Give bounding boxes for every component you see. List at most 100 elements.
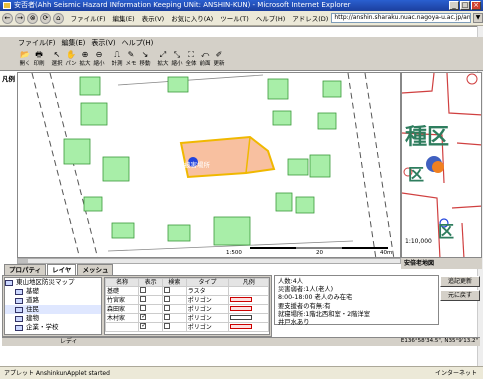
search-checkbox[interactable] [161, 313, 187, 323]
show-checkbox[interactable] [138, 295, 163, 305]
update-button[interactable]: 追記更新 [440, 276, 480, 287]
building [80, 102, 108, 126]
app-menu-edit[interactable]: 編集(E) [62, 38, 86, 48]
edit-icon: ✐ [215, 50, 223, 59]
scrollbar-thumb[interactable] [18, 259, 28, 263]
tree-label: 企業・学校 [26, 323, 59, 331]
stop-icon[interactable]: ⊗ [27, 12, 39, 24]
browser-menu-edit[interactable]: 編集(E) [112, 13, 134, 23]
show-checkbox[interactable] [138, 322, 163, 332]
tree-item-companies-schools[interactable]: 企業・学校 [5, 323, 101, 332]
minimize-button[interactable]: _ [449, 1, 459, 10]
table-row[interactable]: ポリゴン [105, 322, 269, 332]
layer-type: ラスタ [185, 286, 230, 296]
tool-open-button[interactable]: 📂 開く [18, 49, 32, 71]
refresh-icon[interactable]: ⟳ [40, 12, 51, 24]
tree-item-buildings[interactable]: 建物 [5, 314, 101, 323]
info-line: 就寝場所:1階北西和室・2階洋室 [278, 310, 370, 318]
building [295, 196, 315, 214]
damaged-building-polygon [179, 135, 276, 179]
tab-properties[interactable]: プロパティ [4, 264, 47, 275]
app-menu-help[interactable]: ヘルプ(H) [122, 38, 154, 48]
folder-icon [15, 324, 23, 331]
search-checkbox[interactable] [161, 286, 187, 296]
layer-table: 名称 表示 検索 タイプ 凡例 基礎 ラスタ 竹宮家 ポリゴン 森田家 ポリゴン [104, 277, 270, 335]
column-header-search[interactable]: 検索 [161, 278, 187, 287]
scale-bar [250, 247, 388, 249]
column-header-legend[interactable]: 凡例 [228, 278, 269, 287]
app-menu-view[interactable]: 表示(V) [91, 38, 115, 48]
legend-swatch [228, 295, 269, 305]
back-icon[interactable]: ← [2, 12, 13, 24]
tree-item-roads[interactable]: 道路 [5, 296, 101, 305]
tree-root[interactable]: 東山地区防災マップ [5, 278, 101, 287]
browser-menu-file[interactable]: ファイル(F) [71, 13, 106, 23]
tool-label: 縮小 [93, 61, 105, 67]
search-checkbox[interactable] [161, 304, 187, 314]
tree-item-base[interactable]: 基礎 [5, 287, 101, 296]
revert-button[interactable]: 元に戻す [440, 290, 480, 301]
tool-shrink-button[interactable]: ⤡ 縮小 [170, 49, 184, 71]
layer-type: ポリゴン [185, 304, 230, 314]
table-row[interactable]: 木村家 ポリゴン [105, 313, 269, 323]
shrink-icon: ⤡ [173, 50, 181, 59]
column-header-show[interactable]: 表示 [138, 278, 163, 287]
disaster-location-label: 被害場所 [184, 161, 210, 169]
window-controls: _ □ × [449, 1, 481, 10]
tool-previous-view-button[interactable]: ⤺ 前面 [198, 49, 212, 71]
legend-swatch [228, 286, 269, 296]
overview-ward-label: 種区 [405, 125, 450, 150]
app-toolbar: 📂 開く 🖶 印刷 ↖ 選択 ✋ パン ⊕ 拡大 ⊖ 縮小 ⎍ 計測 ✎ メモ ↘ 移動 ⤢ 拡大 … [0, 49, 483, 71]
show-checkbox[interactable] [138, 286, 163, 296]
tool-zoom-in-button[interactable]: ⊕ 拡大 [78, 49, 92, 71]
table-row[interactable]: 基礎 ラスタ [105, 286, 269, 296]
property-info-box[interactable]: 人数:4人 災害弱者:1人(老人) 8:00-18:00 老人のみ在宅 要支援者… [274, 275, 439, 326]
tab-mesh[interactable]: メッシュ [77, 264, 114, 275]
tool-edit-button[interactable]: ✐ 更新 [212, 49, 226, 71]
search-checkbox[interactable] [161, 295, 187, 305]
tool-label: パン [65, 61, 77, 67]
column-header-name[interactable]: 名称 [105, 278, 140, 287]
tool-expand-button[interactable]: ⤢ 拡大 [156, 49, 170, 71]
open-icon: 📂 [20, 50, 30, 59]
search-checkbox[interactable] [161, 322, 187, 332]
layer-name: 木村家 [105, 313, 140, 323]
tool-memo-button[interactable]: ✎ メモ [124, 49, 138, 71]
road-line [49, 73, 99, 257]
tool-measure-button[interactable]: ⎍ 計測 [110, 49, 124, 71]
info-line: 8:00-18:00 老人のみ在宅 [278, 294, 353, 302]
tool-pan-button[interactable]: ✋ パン [64, 49, 78, 71]
forward-icon[interactable]: → [14, 12, 26, 24]
tool-full-view-button[interactable]: ⛶ 全体 [184, 49, 198, 71]
pan-icon: ✋ [66, 50, 76, 59]
column-header-type[interactable]: タイプ [185, 278, 230, 287]
tool-select-button[interactable]: ↖ 選択 [50, 49, 64, 71]
browser-menu-help[interactable]: ヘルプ(H) [256, 13, 285, 23]
main-map[interactable]: 被害場所 1:500 20 40m [17, 72, 401, 258]
table-row[interactable]: 森田家 ポリゴン [105, 304, 269, 314]
address-input[interactable]: http://anshin.sharaku.nuac.nagoya-u.ac.j… [331, 13, 472, 23]
home-icon[interactable]: ⌂ [52, 12, 64, 24]
browser-menu-favorites[interactable]: お気に入り(A) [171, 13, 213, 23]
building [167, 224, 191, 242]
layer-type: ポリゴン [185, 313, 230, 323]
tree-item-residents[interactable]: 住民 [5, 305, 101, 314]
browser-menu-view[interactable]: 表示(V) [142, 13, 165, 23]
table-row[interactable]: 竹宮家 ポリゴン [105, 295, 269, 305]
building [275, 192, 293, 212]
measure-icon: ⎍ [114, 50, 120, 59]
tab-layers[interactable]: レイヤ [47, 264, 77, 275]
maximize-button[interactable]: □ [460, 1, 470, 10]
building [167, 76, 189, 93]
browser-status-bar: アプレット AnshinkunApplet started [0, 366, 483, 379]
app-window-icon [3, 2, 11, 9]
browser-menu-tools[interactable]: ツール(T) [220, 13, 249, 23]
tool-move-button[interactable]: ↘ 移動 [138, 49, 152, 71]
tool-label: 移動 [139, 61, 151, 67]
close-button[interactable]: × [471, 1, 481, 10]
overview-map[interactable]: 種区 区 区 1:10,000 [401, 72, 482, 258]
tool-print-button[interactable]: 🖶 印刷 [32, 49, 46, 71]
tool-zoom-out-button[interactable]: ⊖ 縮小 [92, 49, 106, 71]
app-menu-file[interactable]: ファイル(F) [18, 38, 56, 48]
address-dropdown-icon[interactable]: ▼ [473, 13, 483, 23]
